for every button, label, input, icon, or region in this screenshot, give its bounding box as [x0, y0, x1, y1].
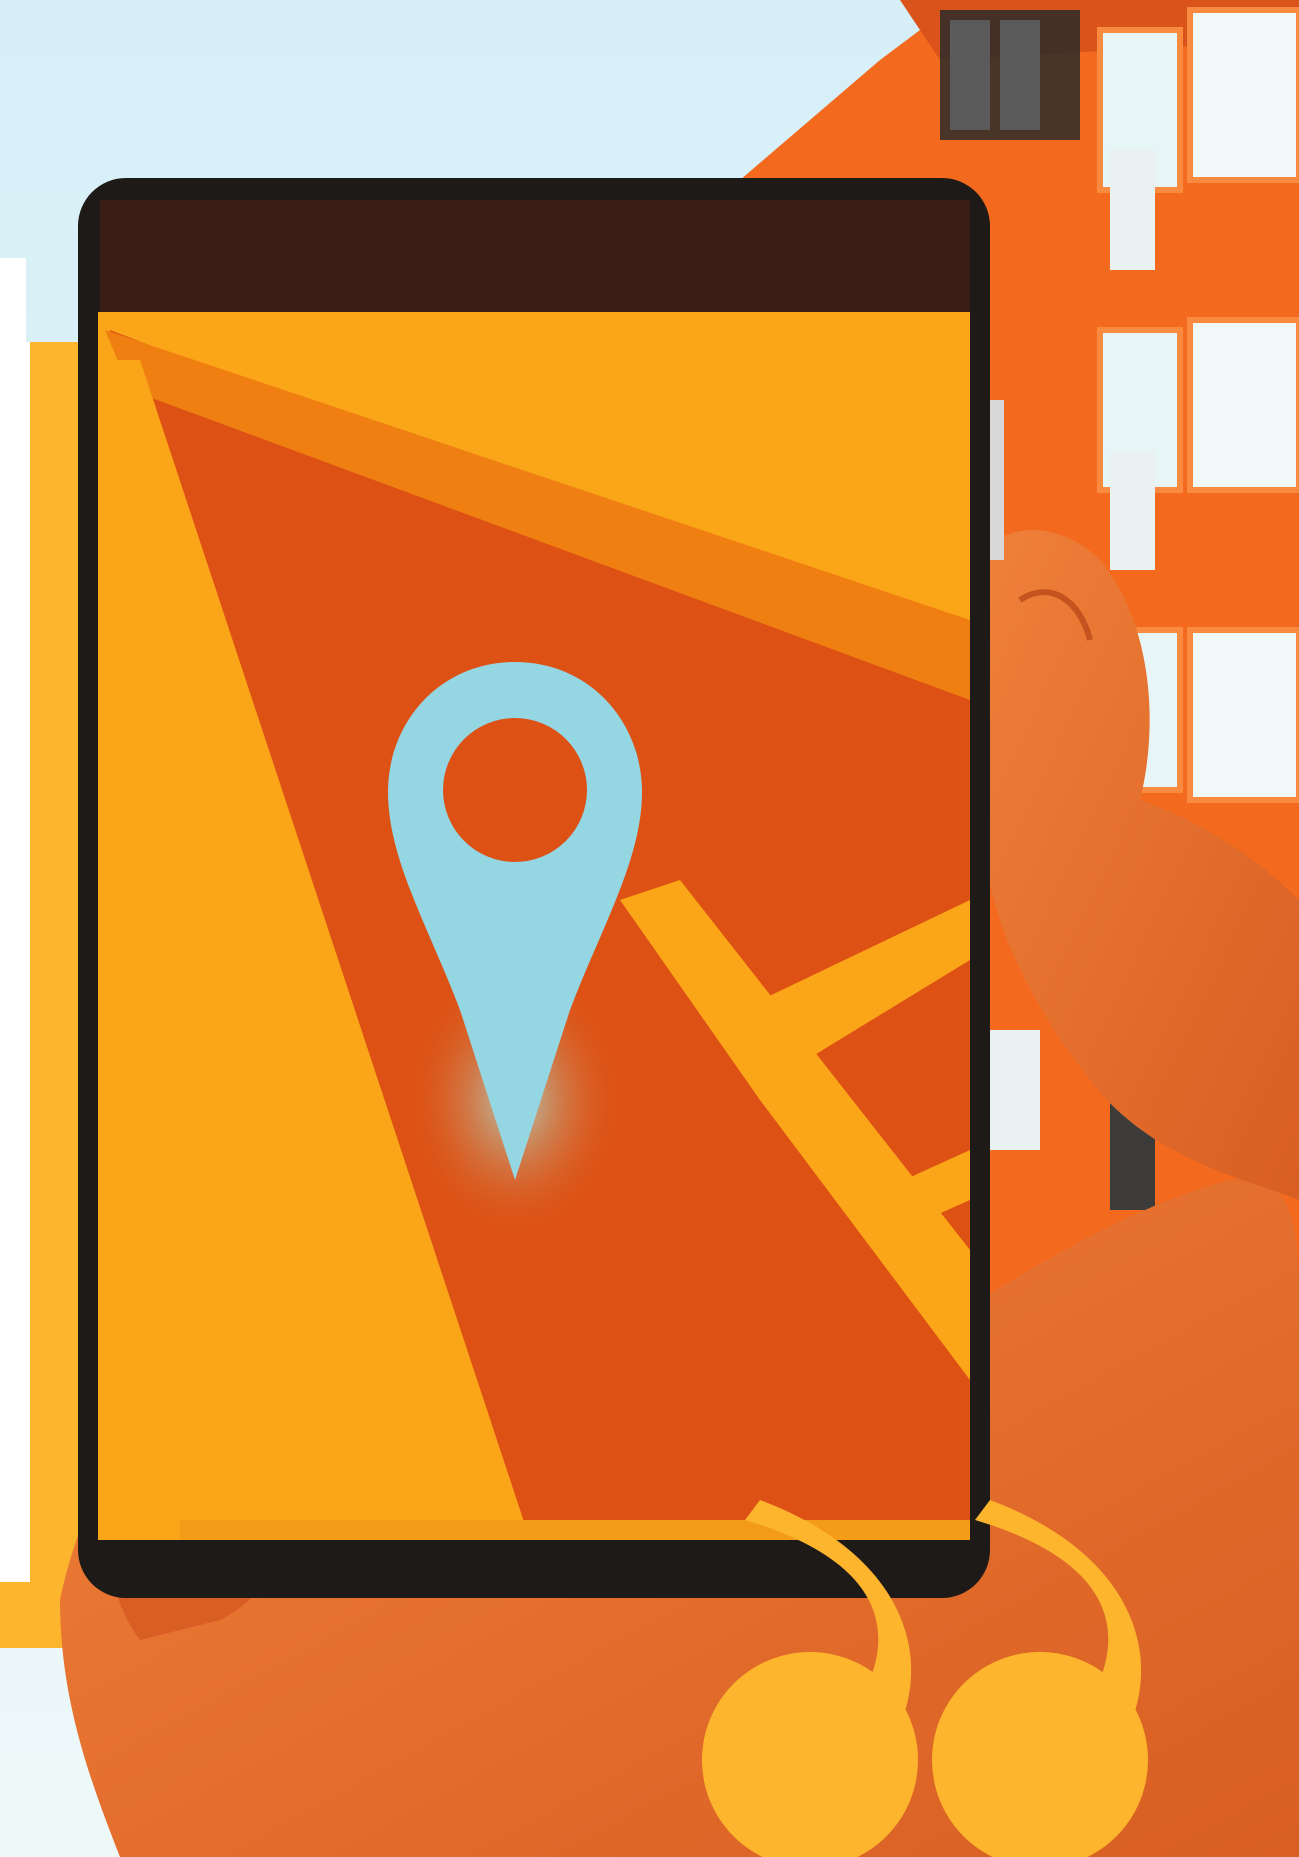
accent-panel-inner — [0, 342, 30, 1582]
map-screen — [98, 312, 970, 1540]
phone — [78, 178, 1004, 1598]
scene-svg — [0, 0, 1299, 1857]
photo-scene — [0, 0, 1299, 1857]
